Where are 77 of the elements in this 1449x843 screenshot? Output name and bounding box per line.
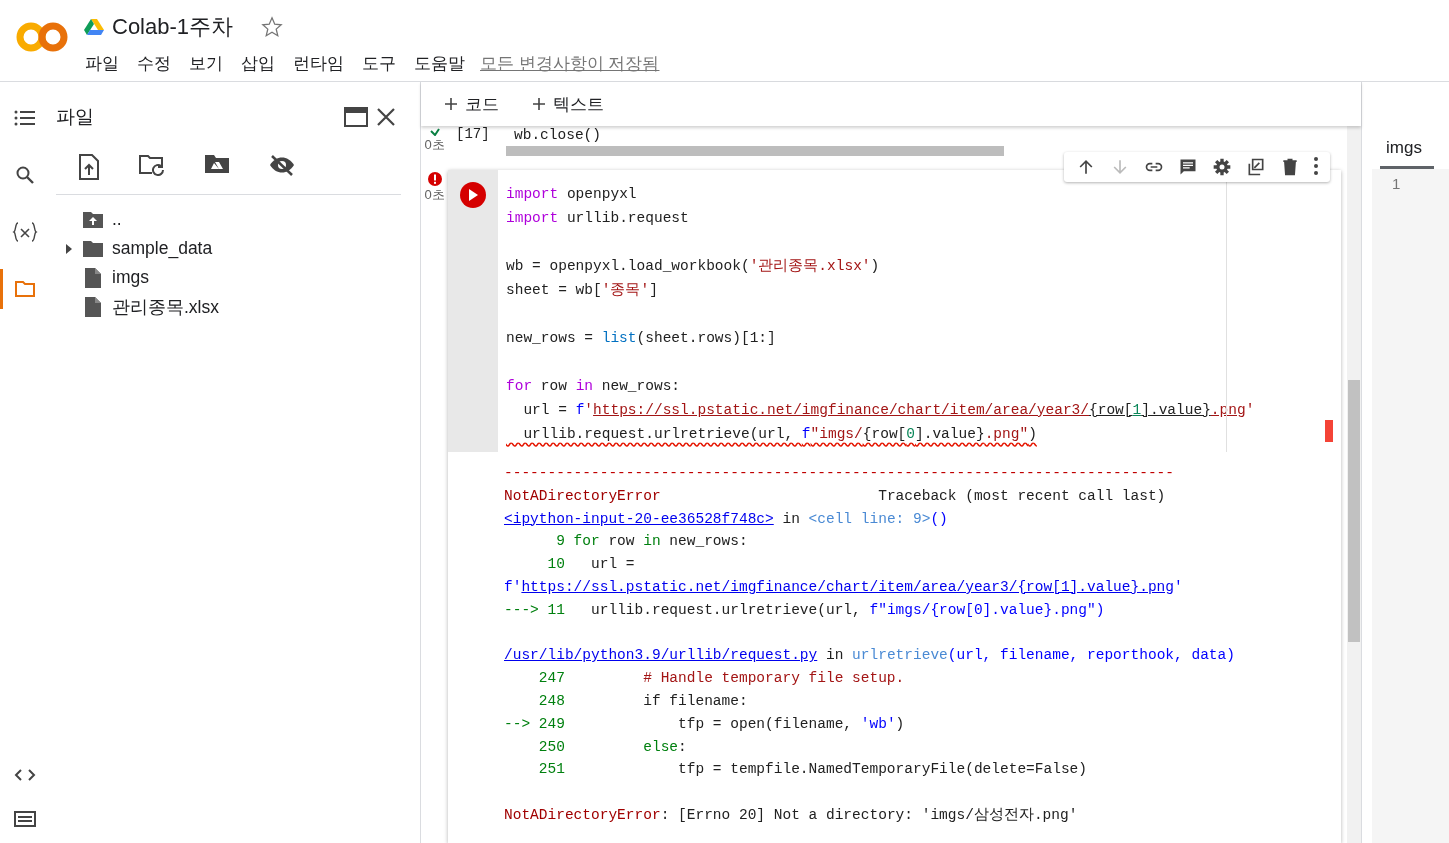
output-line: 247 # Handle temporary file setup. <box>537 669 905 689</box>
code-line: wb.close() <box>514 126 601 144</box>
folder-icon <box>82 239 104 258</box>
output-line: f'https://ssl.pstatic.net/imgfinance/chart/item/area/year3/{row[1].value}.png' <box>504 578 1183 597</box>
traceback-link[interactable]: <ipython-input-20-ee36528f748c> <box>504 510 774 527</box>
menu-item[interactable]: 파일 <box>78 50 126 77</box>
output-line: <ipython-input-20-ee36528f748c> in <cell line: 9>() <box>504 509 948 529</box>
upload-file-icon <box>78 154 100 180</box>
file-tree-item[interactable]: .. <box>56 205 400 234</box>
folder-icon <box>14 280 36 298</box>
drive-folder-icon <box>204 154 230 174</box>
code-line: for row in new_rows: <box>506 377 681 396</box>
star-icon[interactable] <box>261 16 284 38</box>
output-line: ----------------------------------------------------------------------------- <box>504 464 1174 483</box>
output-line: 251 tfp = tempfile.NamedTemporaryFile(delete=False) <box>537 760 1087 780</box>
table-of-contents-icon <box>14 110 36 126</box>
logo-icon <box>16 22 68 52</box>
output-line: ---> 11 urllib.request.urlretrieve(url, f"imgs/{row[0].value}.png") <box>504 600 1105 620</box>
run-time: 0초 <box>424 136 445 154</box>
plus-icon <box>445 98 457 110</box>
output-line: 250 else: <box>537 737 687 757</box>
file-icon <box>85 267 101 288</box>
output-line: NotADirectoryError: [Errno 20] Not a directory: 'imgs/삼성전자.png' <box>504 805 1078 825</box>
code-line: wb = openpyxl.load_workbook('관리종목.xlsx') <box>506 257 880 276</box>
menu-item[interactable]: 런타임 <box>286 50 351 77</box>
menu-item[interactable]: 보기 <box>182 50 230 77</box>
output-line: 248 if filename: <box>537 691 748 711</box>
menu-item[interactable]: 도구 <box>355 50 403 77</box>
output-line: 10 url = <box>546 555 635 575</box>
code-line: sheet = wb['종목'] <box>506 281 658 300</box>
search-icon <box>15 165 35 185</box>
file-tree-item[interactable]: imgs <box>56 263 400 292</box>
menu-item[interactable]: 수정 <box>130 50 178 77</box>
file-tree-item[interactable]: 관리종목.xlsx <box>56 292 400 321</box>
run-time: 0초 <box>424 186 445 204</box>
file-tree-item[interactable]: sample_data <box>56 234 400 263</box>
output-line: /usr/lib/python3.9/urllib/request.py in urlretrieve(url, filename, reporthook, data) <box>504 646 1235 666</box>
error-marker <box>1325 420 1333 442</box>
save-status-link[interactable]: 모든 변경사항이 저장됨 <box>480 52 660 75</box>
execution-count: [17] <box>455 126 490 142</box>
play-icon <box>468 189 478 201</box>
output-line: NotADirectoryError Traceback (most recent call last) <box>504 486 1166 506</box>
notebook-title[interactable]: Colab-1주차 <box>112 12 234 42</box>
plus-icon <box>533 98 545 110</box>
settings-icon <box>1212 157 1232 177</box>
drive-icon <box>84 18 104 36</box>
folder-refresh-icon <box>138 154 166 176</box>
code-line: import urllib.request <box>506 209 689 228</box>
add-cell-button[interactable]: 코드 <box>439 91 505 117</box>
code-line: import openpyxl <box>506 185 637 204</box>
add-cell-button[interactable]: 텍스트 <box>527 91 610 117</box>
comment-icon <box>1178 157 1198 177</box>
trash-icon <box>1280 157 1300 177</box>
folder-up-icon <box>82 210 104 229</box>
panel-title: 파일 <box>56 105 95 129</box>
output-line: 9 for row in new_rows: <box>555 532 748 552</box>
traceback-link[interactable]: /usr/lib/python3.9/urllib/request.py <box>504 647 818 664</box>
traceback-link[interactable]: https://ssl.pstatic.net/imgfinance/chart/item/area/year3/{row[1].value}.png <box>521 579 1174 595</box>
file-icon <box>85 296 101 317</box>
close-icon <box>376 107 396 127</box>
variables-icon <box>12 221 38 243</box>
menu-item[interactable]: 도움말 <box>407 50 472 77</box>
expand-caret-icon[interactable] <box>65 243 73 254</box>
horizontal-scrollbar[interactable] <box>506 146 1004 156</box>
run-button[interactable] <box>460 182 486 208</box>
line-number: 1 <box>1392 175 1402 192</box>
mirror-icon <box>1246 157 1266 177</box>
code-line: urllib.request.urlretrieve(url, f"imgs/{row[0].value}.png") <box>522 425 1037 444</box>
terminal-icon <box>14 811 36 827</box>
more-icon <box>1314 157 1318 175</box>
code-line: new_rows = list(sheet.rows)[1:] <box>506 329 776 348</box>
scrollbar[interactable] <box>1347 126 1361 843</box>
window-icon <box>344 107 368 127</box>
code-icon <box>14 768 36 782</box>
output-line: --> 249 tfp = open(filename, 'wb') <box>504 714 905 734</box>
menu-item[interactable]: 삽입 <box>234 50 282 77</box>
eye-slash-icon <box>268 154 296 176</box>
